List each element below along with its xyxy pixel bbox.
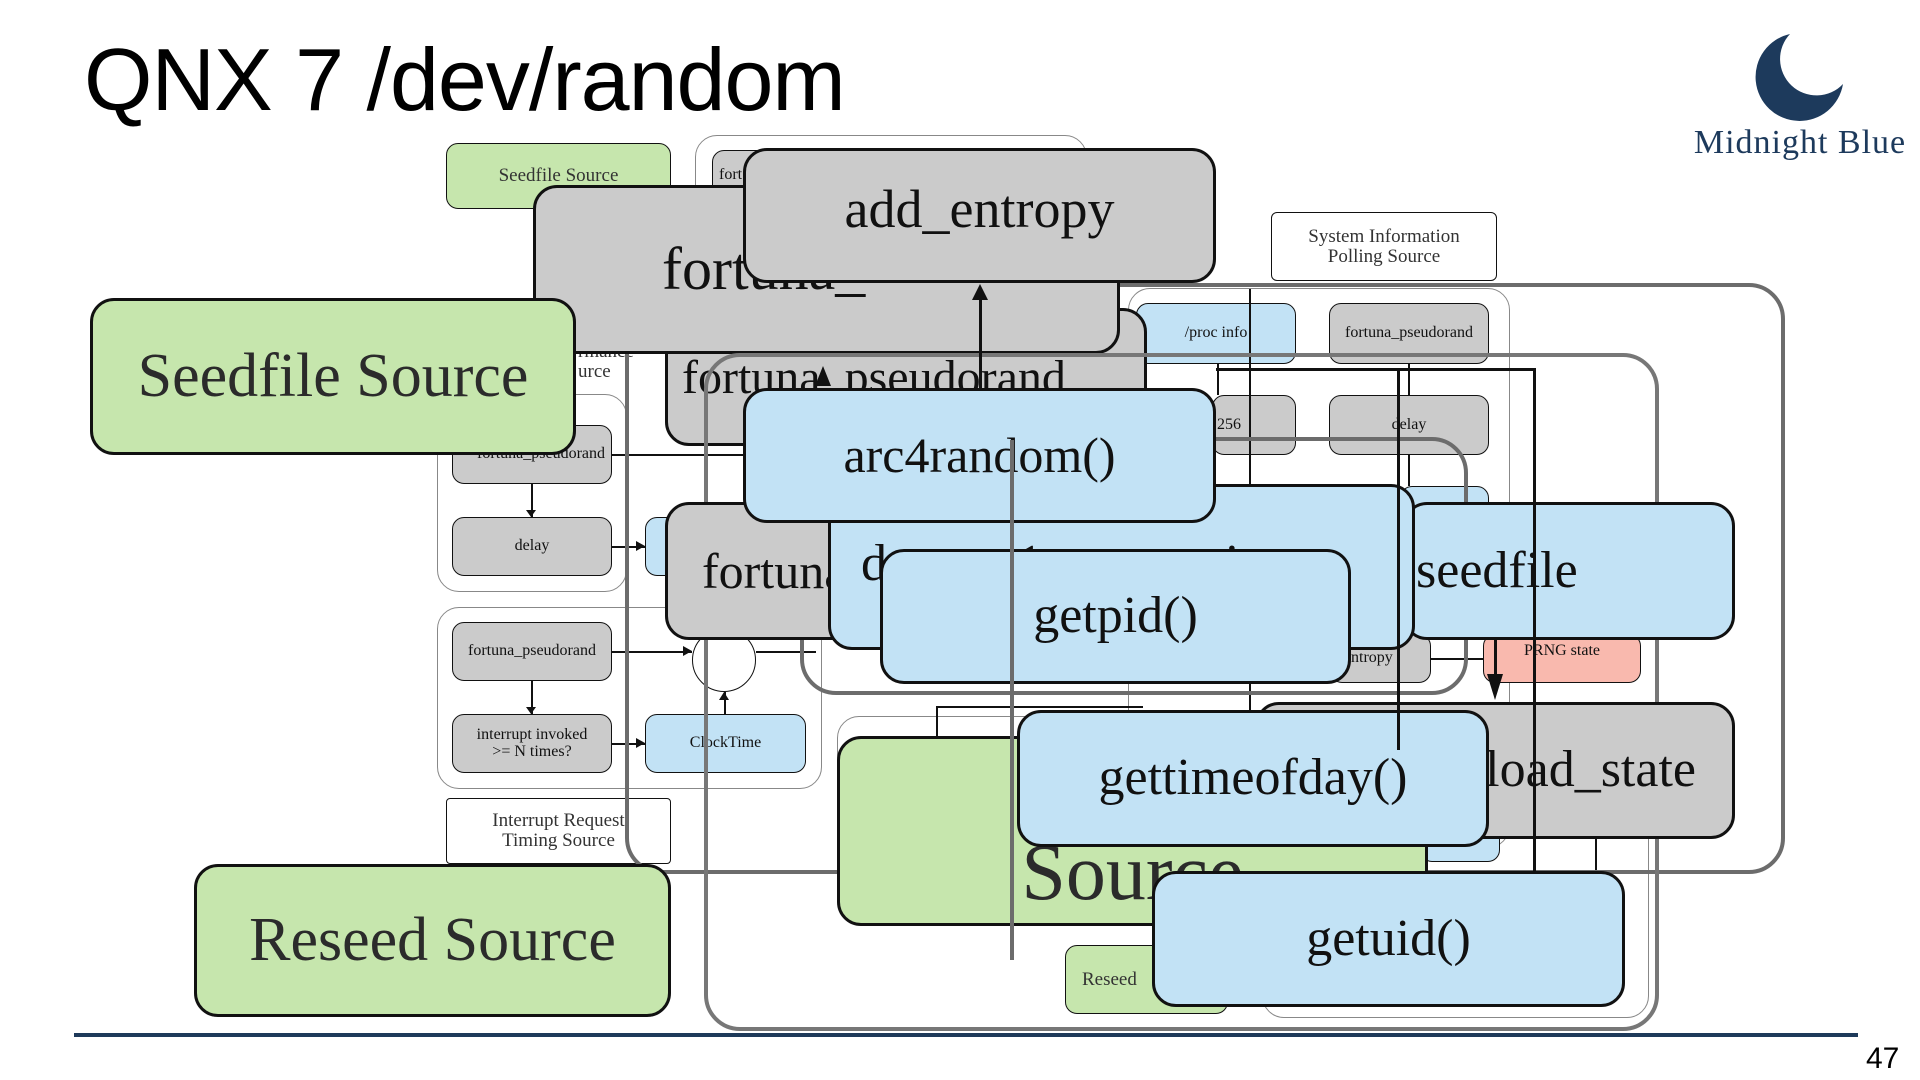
connector [1533,370,1536,873]
slide-title: QNX 7 /dev/random [84,30,846,129]
label: add_entropy [844,179,1115,239]
logo-wordmark: Midnight Blue [1693,124,1907,161]
connector [1397,370,1400,750]
label: Seedfile Source [498,165,619,187]
seedfile-source-node: Seedfile Source [90,298,576,455]
page-number: 47 [1866,1042,1900,1075]
label: Reseed Source [249,905,616,974]
connector [1494,640,1497,690]
fortuna-pseudorand-irq-node: fortuna_pseudorand [452,622,612,681]
label: fort [719,165,743,183]
label: seedfile [1416,541,1578,599]
label: gettimeofday() [1098,749,1408,807]
label: getuid() [1306,909,1471,967]
reseed-source-node: Reseed Source [194,864,671,1017]
interrupt-invoked-node: interrupt invoked >= N times? [452,714,612,773]
label: Interrupt Request Timing Source [492,810,625,851]
delay-perf-node: delay [452,517,612,576]
label: fortuna [702,542,847,599]
frame-line [1010,440,1014,960]
label: Seedfile Source [137,341,529,410]
getuid-node: getuid() [1152,871,1625,1007]
connector [979,300,982,388]
label: interrupt invoked >= N times? [476,725,588,760]
getpid-node: getpid() [880,549,1351,684]
label: System Information Polling Source [1308,225,1460,267]
label: delay [514,537,550,555]
connector [531,484,533,517]
footer-divider [74,1033,1858,1037]
label: arc4random() [843,427,1116,484]
gettimeofday-node: gettimeofday() [1017,710,1489,847]
label: getpid() [1033,587,1198,645]
connector [1216,368,1536,371]
add-entropy-node: add_entropy [743,148,1216,283]
label: load_state [1485,741,1696,799]
connector [531,681,533,714]
seedfile-node: seedfile [1403,502,1735,640]
label: fortuna_pseudorand [468,642,596,660]
arc4random-node: arc4random() [743,388,1216,523]
system-information-polling-source-label: System Information Polling Source [1271,212,1497,281]
